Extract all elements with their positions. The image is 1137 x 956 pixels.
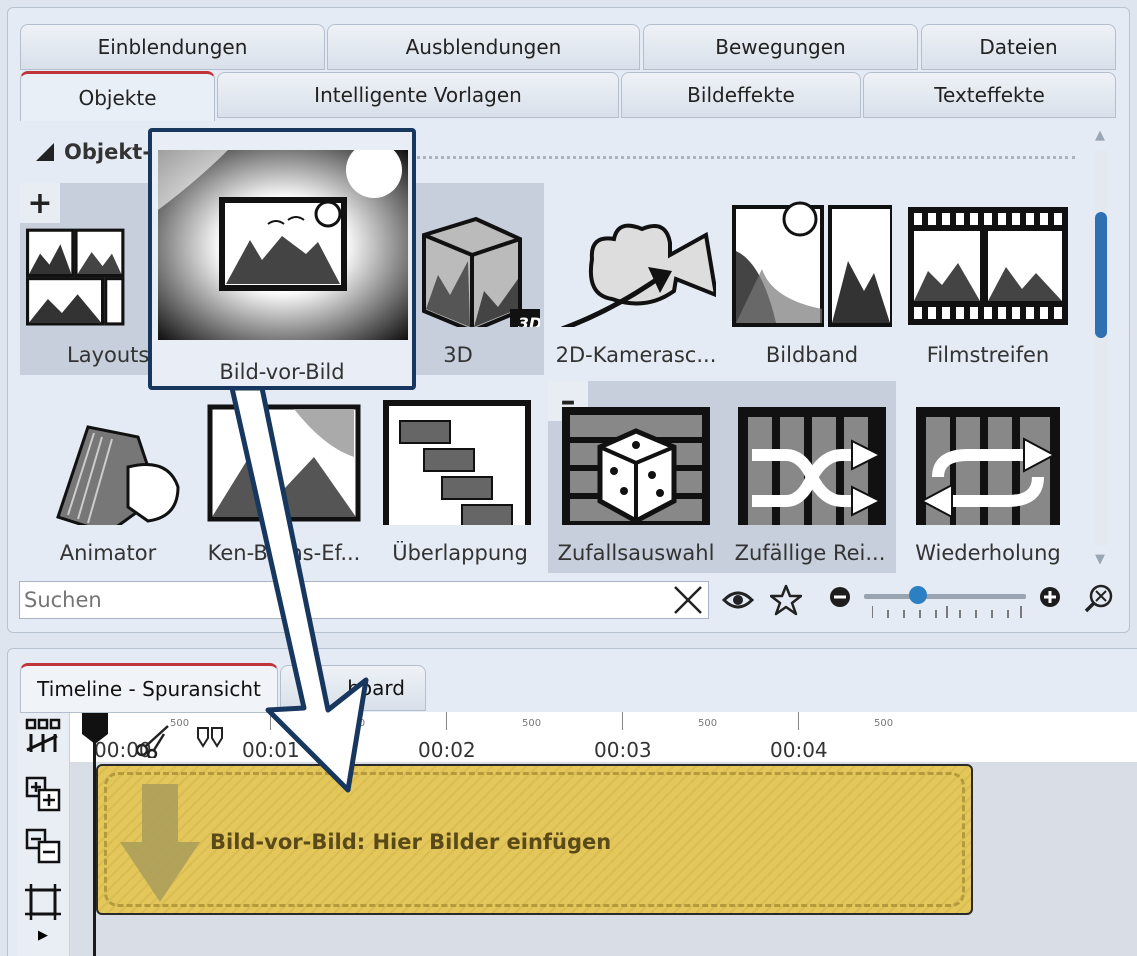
ruler-sub-label: 500 <box>522 718 542 729</box>
item-label: Wiederholung <box>915 541 1061 565</box>
item-ueberlappung[interactable]: Überlappung <box>372 381 548 573</box>
remove-track-icon[interactable] <box>23 826 63 866</box>
ruler-time-label: 00:03 <box>594 738 652 762</box>
zoom-ticks <box>872 606 1022 618</box>
ruler-tick <box>270 712 271 730</box>
popup-label: Bild-vor-Bild <box>219 360 345 384</box>
vertical-scrollbar[interactable]: ▲ ▼ <box>1094 128 1108 568</box>
badge-3d-text: 3D <box>518 314 540 327</box>
tab-ausblendungen[interactable]: Ausblendungen <box>327 24 640 70</box>
zoom-in-icon[interactable] <box>1039 586 1061 608</box>
search-field[interactable] <box>19 581 709 619</box>
item-label: Animator <box>59 541 157 565</box>
bildband-icon <box>732 201 892 327</box>
item-label: Bildband <box>765 343 859 367</box>
scroll-track[interactable] <box>1095 150 1107 546</box>
timeline-toolstrip: ▶ <box>18 712 70 956</box>
ruler-time-label: 00:01 <box>242 738 300 762</box>
eye-icon[interactable] <box>722 588 754 612</box>
section-divider <box>410 156 1075 159</box>
item-2d-kamerasc[interactable]: 2D-Kamerasc... <box>548 183 724 375</box>
filmstrip-icon <box>908 207 1068 325</box>
crop-frame-icon[interactable] <box>23 882 63 922</box>
zoom-out-icon[interactable] <box>829 586 851 608</box>
item-label: Überlappung <box>392 541 528 565</box>
ruler-sub-label: 500 <box>874 718 894 729</box>
tab-bildeffekte[interactable]: Bildeffekte <box>621 72 861 118</box>
repeat-icon <box>916 407 1060 525</box>
item-bildband[interactable]: Bildband <box>724 183 900 375</box>
ruler-sub-label: 500 <box>698 718 718 729</box>
star-icon[interactable] <box>770 584 802 616</box>
zoom-slider-knob[interactable] <box>909 586 927 604</box>
item-ken-burns[interactable]: Ken-Burns-Ef... <box>196 381 372 573</box>
item-label: 2D-Kamerasc... <box>555 343 717 367</box>
section-title: Objekt- <box>64 140 152 164</box>
magnet-snap-icon[interactable] <box>23 716 63 756</box>
collapse-triangle-icon <box>36 143 54 161</box>
marker-icon[interactable] <box>196 726 226 748</box>
overlap-icon <box>383 400 531 525</box>
ruler-sub-label: 500 <box>346 718 366 729</box>
clip-label: Bild-vor-Bild: Hier Bilder einfügen <box>210 830 612 854</box>
tab-storyboard[interactable]: board <box>280 665 426 711</box>
ruler-tick <box>798 712 799 730</box>
layouts-icon <box>26 228 125 326</box>
scroll-up-icon[interactable]: ▲ <box>1095 128 1105 143</box>
item-label: Filmstreifen <box>926 343 1050 367</box>
item-layouts[interactable]: + Layouts <box>20 183 150 375</box>
time-ruler[interactable]: 500 500 500 500 500 00:00 00:01 00:02 00… <box>70 712 1137 762</box>
tab-dateien[interactable]: Dateien <box>921 24 1116 70</box>
scroll-thumb[interactable] <box>1095 212 1107 338</box>
playhead-handle-icon[interactable] <box>80 712 110 746</box>
camera-icon <box>561 223 716 327</box>
shuffle-icon <box>738 407 886 525</box>
ruler-sub-label: 500 <box>170 718 190 729</box>
scissors-icon[interactable] <box>134 724 170 758</box>
tab-bewegungen[interactable]: Bewegungen <box>643 24 918 70</box>
dice-icon <box>562 407 710 525</box>
item-animator[interactable]: Animator <box>20 381 196 573</box>
item-label: Ken-Burns-Ef... <box>207 541 361 565</box>
item-label: Zufallsauswahl <box>557 541 715 565</box>
scroll-down-icon[interactable]: ▼ <box>1095 552 1105 567</box>
add-track-icon[interactable] <box>23 774 63 814</box>
drop-down-arrow-icon <box>120 784 200 902</box>
item-label: Zufällige Rei... <box>734 541 886 565</box>
tab-objekte[interactable]: Objekte <box>20 71 215 121</box>
search-input[interactable] <box>20 582 660 618</box>
ruler-tick <box>446 712 447 730</box>
ruler-time-label: 00:04 <box>770 738 828 762</box>
ruler-time-label: 00:02 <box>418 738 476 762</box>
zoom-fit-icon[interactable] <box>1084 584 1114 614</box>
tab-timeline-spuransicht[interactable]: Timeline - Spuransicht <box>20 663 278 713</box>
expand-arrow-icon[interactable]: ▶ <box>38 928 48 943</box>
bild-vor-bild-clip[interactable]: Bild-vor-Bild: Hier Bilder einfügen <box>96 764 973 915</box>
tab-texteffekte[interactable]: Texteffekte <box>863 72 1116 118</box>
clear-search-icon[interactable] <box>672 584 704 616</box>
flipbook-icon <box>56 425 180 525</box>
section-header[interactable]: Objekt- <box>36 140 151 164</box>
item-filmstreifen[interactable]: Filmstreifen <box>900 183 1076 375</box>
drag-preview-popup: Bild-vor-Bild <box>148 128 416 390</box>
item-zufallsauswahl-group[interactable]: – Zufallsauswahl Zufällige Rei... <box>548 381 896 573</box>
playhead[interactable] <box>93 712 96 956</box>
item-label: Layouts <box>67 343 150 367</box>
ruler-tick <box>622 712 623 730</box>
tab-intelligente-vorlagen[interactable]: Intelligente Vorlagen <box>217 72 619 118</box>
item-wiederholung[interactable]: Wiederholung <box>900 381 1076 573</box>
zoom-slider-track[interactable] <box>864 594 1026 599</box>
ken-burns-icon <box>207 404 361 522</box>
bild-vor-bild-icon <box>158 150 408 340</box>
tab-einblendungen[interactable]: Einblendungen <box>20 24 325 70</box>
